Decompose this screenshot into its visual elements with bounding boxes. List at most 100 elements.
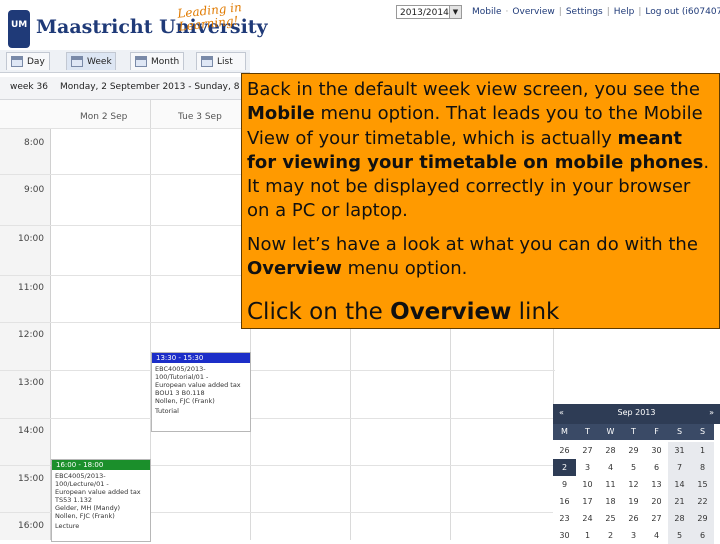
calendar-day[interactable]: 27 bbox=[645, 510, 668, 527]
callout-instruction: Click on the Overview link bbox=[247, 299, 560, 326]
calendar-day[interactable]: 4 bbox=[645, 527, 668, 544]
hour-label: 16:00 bbox=[18, 521, 44, 531]
calendar-day[interactable]: 26 bbox=[553, 442, 576, 459]
calendar-day[interactable]: 21 bbox=[668, 493, 691, 510]
calendar-day[interactable]: 30 bbox=[553, 527, 576, 544]
instruction-callout: Back in the default week view screen, yo… bbox=[241, 73, 720, 329]
calendar-day[interactable]: 16 bbox=[553, 493, 576, 510]
calendar-day[interactable]: 4 bbox=[599, 459, 622, 476]
calendar-icon bbox=[71, 56, 83, 67]
event-tutorial[interactable]: 13:30 - 15:30 EBC4005/2013- 100/Tutorial… bbox=[151, 352, 251, 432]
hour-label: 10:00 bbox=[18, 234, 44, 244]
top-nav: Mobile · Overview | Settings | Help | Log out (i… bbox=[472, 7, 720, 17]
calendar-day[interactable]: 2 bbox=[553, 459, 576, 476]
day-header-tue[interactable]: Tue 3 Sep bbox=[178, 112, 222, 122]
nav-separator: | bbox=[558, 7, 562, 17]
calendar-day[interactable]: 5 bbox=[622, 459, 645, 476]
event-details: EBC4005/2013- 100/Tutorial/01 - European… bbox=[155, 365, 241, 405]
hour-line bbox=[0, 418, 555, 419]
mini-calendar-title: Sep 2013 bbox=[617, 408, 656, 417]
calendar-day[interactable]: 3 bbox=[576, 459, 599, 476]
calendar-day[interactable]: 12 bbox=[622, 476, 645, 493]
calendar-day[interactable]: 17 bbox=[576, 493, 599, 510]
calendar-day[interactable]: 26 bbox=[622, 510, 645, 527]
event-lecture[interactable]: 16:00 - 18:00 EBC4005/2013- 100/Lecture/… bbox=[51, 459, 151, 542]
hour-label: 8:00 bbox=[24, 138, 45, 148]
tab-month[interactable]: Month bbox=[130, 52, 184, 70]
chevron-down-icon: ▼ bbox=[449, 6, 461, 18]
callout-paragraph: Back in the default week view screen, yo… bbox=[247, 79, 710, 222]
date-range: Monday, 2 September 2013 - Sunday, 8 bbox=[60, 82, 240, 92]
tab-list-label: List bbox=[217, 57, 233, 67]
event-type: Tutorial bbox=[155, 407, 179, 415]
calendar-day[interactable]: 11 bbox=[599, 476, 622, 493]
academic-year-select[interactable]: 2013/2014 ▼ bbox=[396, 5, 462, 19]
calendar-day[interactable]: 6 bbox=[691, 527, 714, 544]
calendar-day[interactable]: 13 bbox=[645, 476, 668, 493]
calendar-day[interactable]: 28 bbox=[599, 442, 622, 459]
hour-label: 15:00 bbox=[18, 474, 44, 484]
day-of-week-label: W bbox=[599, 424, 622, 440]
tab-day[interactable]: Day bbox=[6, 52, 50, 70]
nav-separator: · bbox=[505, 7, 509, 17]
calendar-day[interactable]: 14 bbox=[668, 476, 691, 493]
calendar-day[interactable]: 3 bbox=[622, 527, 645, 544]
next-month-button[interactable]: » bbox=[709, 408, 714, 417]
hour-line bbox=[0, 370, 555, 371]
day-of-week-label: M bbox=[553, 424, 576, 440]
calendar-day[interactable]: 8 bbox=[691, 459, 714, 476]
calendar-day[interactable]: 2 bbox=[599, 527, 622, 544]
calendar-day[interactable]: 25 bbox=[599, 510, 622, 527]
event-time: 16:00 - 18:00 bbox=[52, 460, 150, 470]
nav-logout-link[interactable]: Log out (i6074078) bbox=[645, 7, 720, 17]
day-header-mon[interactable]: Mon 2 Sep bbox=[80, 112, 127, 122]
calendar-day[interactable]: 24 bbox=[576, 510, 599, 527]
hour-label: 11:00 bbox=[18, 283, 44, 293]
nav-separator: | bbox=[638, 7, 642, 17]
tab-day-label: Day bbox=[27, 57, 45, 67]
calendar-day[interactable]: 22 bbox=[691, 493, 714, 510]
hour-label: 12:00 bbox=[18, 330, 44, 340]
tab-week-label: Week bbox=[87, 57, 112, 67]
calendar-icon bbox=[135, 56, 147, 67]
calendar-day[interactable]: 20 bbox=[645, 493, 668, 510]
calendar-day[interactable]: 19 bbox=[622, 493, 645, 510]
day-of-week-label: S bbox=[691, 424, 714, 440]
hour-label: 13:00 bbox=[18, 378, 44, 388]
calendar-day[interactable]: 7 bbox=[668, 459, 691, 476]
nav-overview-link[interactable]: Overview bbox=[512, 7, 554, 17]
tab-week[interactable]: Week bbox=[66, 52, 116, 70]
list-icon bbox=[201, 56, 213, 67]
calendar-day[interactable]: 6 bbox=[645, 459, 668, 476]
day-of-week-label: S bbox=[668, 424, 691, 440]
calendar-day[interactable]: 15 bbox=[691, 476, 714, 493]
academic-year-value: 2013/2014 bbox=[400, 8, 449, 18]
calendar-day[interactable]: 29 bbox=[622, 442, 645, 459]
callout-paragraph: Now let’s have a look at what you can do… bbox=[247, 233, 698, 280]
nav-separator: | bbox=[606, 7, 610, 17]
calendar-day[interactable]: 18 bbox=[599, 493, 622, 510]
calendar-day[interactable]: 27 bbox=[576, 442, 599, 459]
hour-label: 9:00 bbox=[24, 185, 45, 195]
calendar-day[interactable]: 29 bbox=[691, 510, 714, 527]
nav-mobile-link[interactable]: Mobile bbox=[472, 7, 502, 17]
calendar-icon bbox=[11, 56, 23, 67]
university-logo-icon: UM bbox=[8, 10, 30, 48]
day-of-week-label: T bbox=[622, 424, 645, 440]
calendar-day[interactable]: 1 bbox=[576, 527, 599, 544]
calendar-day[interactable]: 30 bbox=[645, 442, 668, 459]
calendar-day[interactable]: 10 bbox=[576, 476, 599, 493]
nav-settings-link[interactable]: Settings bbox=[566, 7, 603, 17]
calendar-day[interactable]: 31 bbox=[668, 442, 691, 459]
calendar-day[interactable]: 23 bbox=[553, 510, 576, 527]
calendar-day[interactable]: 5 bbox=[668, 527, 691, 544]
day-of-week-label: F bbox=[645, 424, 668, 440]
calendar-day[interactable]: 1 bbox=[691, 442, 714, 459]
hour-label: 14:00 bbox=[18, 426, 44, 436]
tab-list[interactable]: List bbox=[196, 52, 246, 70]
calendar-day[interactable]: 28 bbox=[668, 510, 691, 527]
nav-help-link[interactable]: Help bbox=[614, 7, 635, 17]
calendar-day[interactable]: 9 bbox=[553, 476, 576, 493]
mini-calendar-header: « Sep 2013 » bbox=[553, 404, 720, 424]
event-type: Lecture bbox=[55, 522, 80, 530]
